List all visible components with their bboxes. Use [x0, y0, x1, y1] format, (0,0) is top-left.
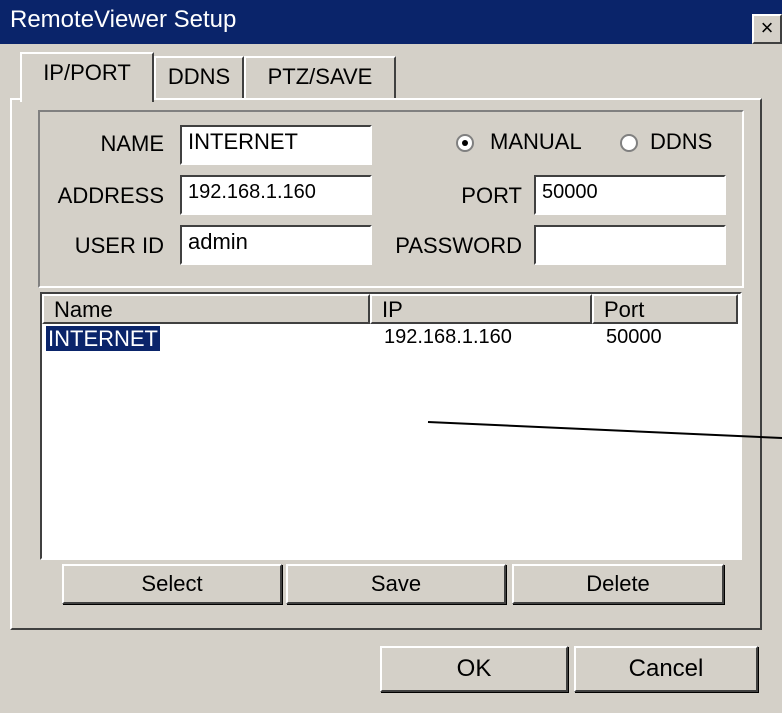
annotation-line [427, 421, 782, 439]
